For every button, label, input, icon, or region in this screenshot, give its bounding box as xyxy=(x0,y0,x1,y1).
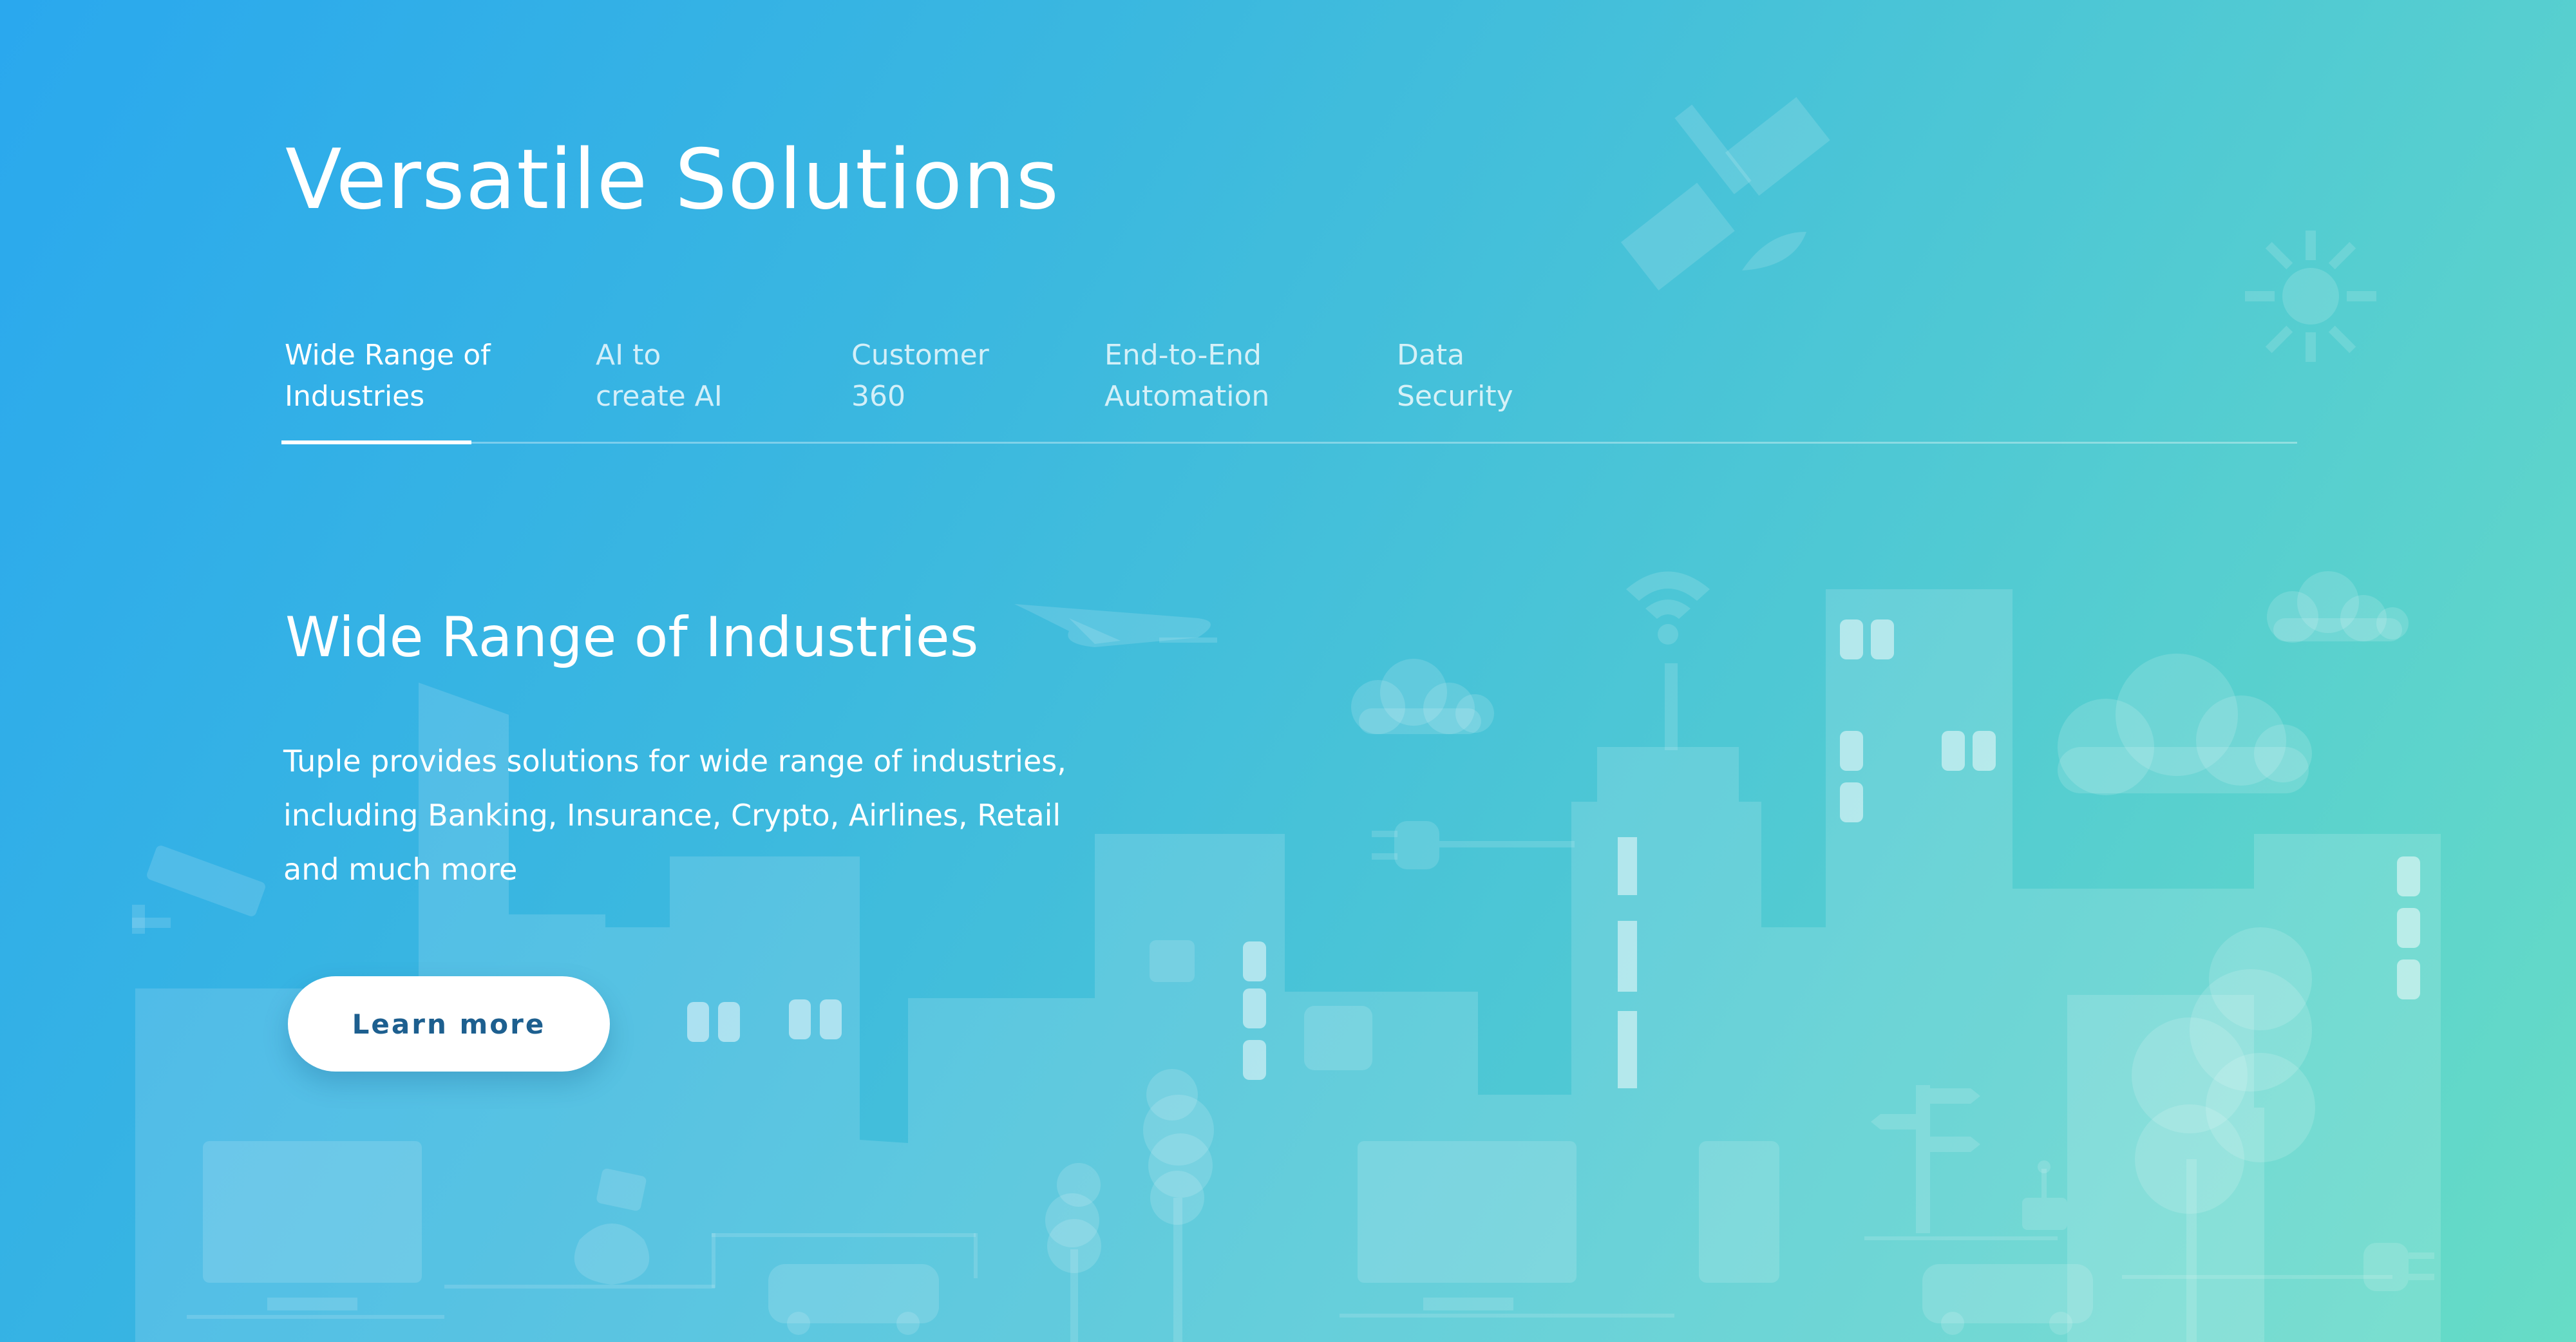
tab-label-line2: Industries xyxy=(285,380,425,413)
tab-wide-range-of-industries[interactable]: Wide Range of Industries xyxy=(285,335,516,417)
tab-data-security[interactable]: Data Security xyxy=(1397,335,1629,417)
airplane-icon xyxy=(1014,604,1217,647)
tabs-divider xyxy=(281,442,2297,444)
tab-label-line1: End-to-End xyxy=(1104,339,1262,372)
tab-label-line2: Security xyxy=(1397,380,1513,413)
phone-icon xyxy=(1699,1141,1779,1283)
cloud-icon xyxy=(1351,659,1494,734)
tab-ai-to-create-ai[interactable]: AI to create AI xyxy=(596,335,828,417)
tab-label-line1: AI to xyxy=(596,339,661,372)
cloud-icon xyxy=(2058,654,2312,795)
tab-label-line2: create AI xyxy=(596,380,723,413)
satellite-icon xyxy=(1620,97,1830,290)
tab-label-line2: Automation xyxy=(1104,380,1270,413)
tab-label-line1: Customer xyxy=(851,339,989,372)
section-title: Wide Range of Industries xyxy=(285,605,979,670)
download-icon xyxy=(1150,940,1195,982)
tab-customer-360[interactable]: Customer 360 xyxy=(851,335,1083,417)
tab-label-line1: Data xyxy=(1397,339,1465,372)
cctv-camera-icon xyxy=(132,846,265,934)
plug-icon xyxy=(1372,821,1575,869)
wifi-icon xyxy=(1626,571,1710,645)
solutions-tabs: Wide Range of Industries AI to create AI… xyxy=(281,335,2297,444)
learn-more-button[interactable]: Learn more xyxy=(288,976,610,1072)
tab-label-line1: Wide Range of xyxy=(285,339,491,372)
active-tab-indicator xyxy=(281,440,471,444)
tab-end-to-end-automation[interactable]: End-to-End Automation xyxy=(1104,335,1336,417)
tab-label-line2: 360 xyxy=(851,380,905,413)
cloud-icon xyxy=(2267,571,2409,643)
page-title: Versatile Solutions xyxy=(285,132,1059,228)
play-icon xyxy=(1304,1006,1372,1070)
section-description: Tuple provides solutions for wide range … xyxy=(283,744,1066,887)
